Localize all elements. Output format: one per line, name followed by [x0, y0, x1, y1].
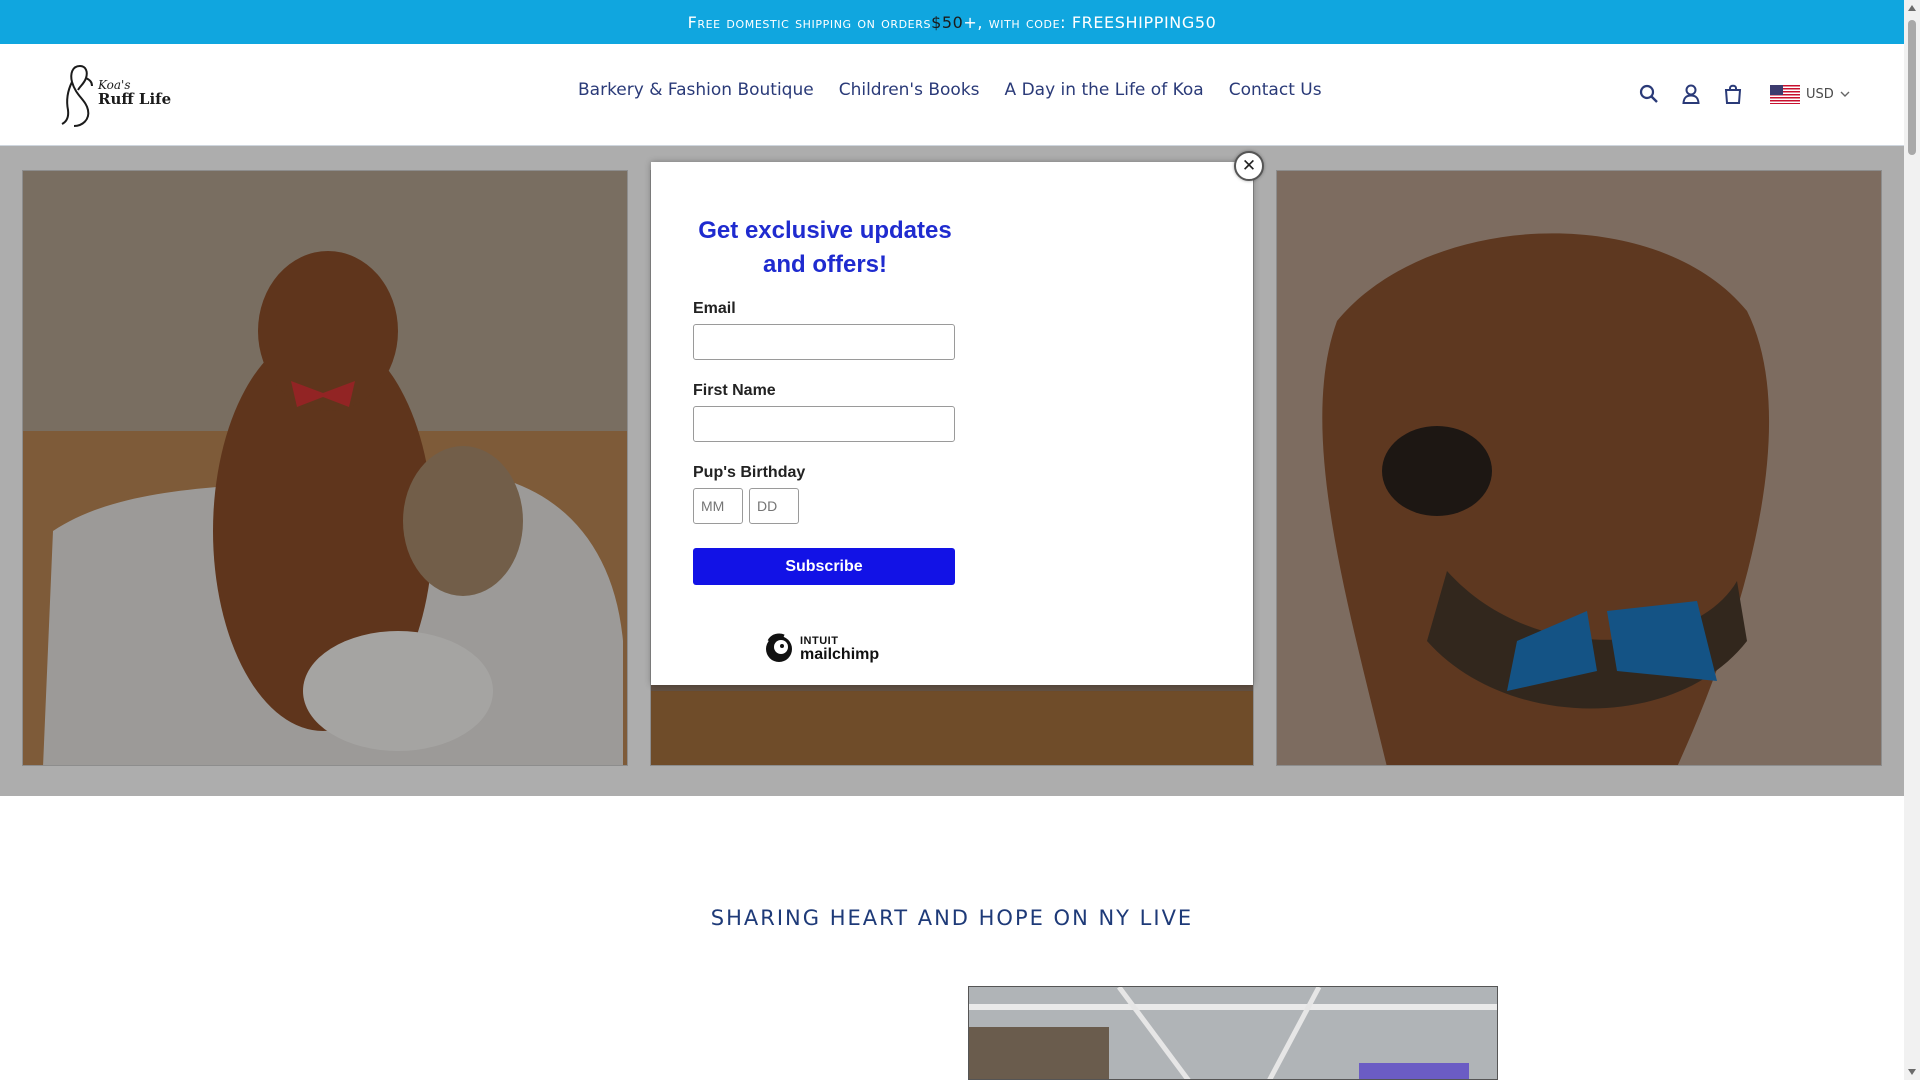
- logo-main-text: Ruff Life: [98, 90, 172, 108]
- announcement-price: $50: [931, 12, 964, 32]
- birthday-month-field[interactable]: [693, 488, 743, 524]
- scrollbar-thumb[interactable]: [1908, 20, 1916, 155]
- nav-childrens-books[interactable]: Children's Books: [839, 80, 980, 100]
- nav-day-in-life[interactable]: A Day in the Life of Koa: [1005, 80, 1204, 100]
- nav-barkery[interactable]: Barkery & Fashion Boutique: [578, 80, 814, 100]
- scroll-down-icon[interactable]: [1908, 1069, 1916, 1075]
- signup-popup: Get exclusive updates and offers! Email …: [651, 162, 1253, 685]
- scroll-up-icon[interactable]: [1908, 5, 1916, 11]
- nav-contact-us[interactable]: Contact Us: [1229, 80, 1322, 100]
- first-name-label: First Name: [693, 382, 776, 399]
- mailchimp-freddie-icon: [766, 633, 792, 662]
- announcement-suffix: +, with code: FREESHIPPING50: [963, 12, 1217, 32]
- currency-selector[interactable]: USD: [1770, 84, 1850, 104]
- cart-icon[interactable]: [1716, 80, 1750, 108]
- ny-live-video[interactable]: [968, 986, 1498, 1080]
- chevron-down-icon: [1840, 91, 1850, 97]
- signup-form: Get exclusive updates and offers! Email …: [693, 214, 957, 585]
- currency-label: USD: [1806, 86, 1834, 102]
- main-nav: Barkery & Fashion Boutique Children's Bo…: [578, 80, 1322, 100]
- birthday-fields: [693, 488, 957, 524]
- subscribe-button[interactable]: Subscribe: [693, 548, 955, 585]
- dog-logo-icon: [61, 65, 93, 127]
- page-scrollbar[interactable]: [1904, 0, 1920, 1080]
- close-popup-button[interactable]: ✕: [1234, 151, 1264, 181]
- us-flag-icon: [1770, 84, 1800, 104]
- first-name-field[interactable]: [693, 406, 955, 442]
- announcement-bar: Free domestic shipping on orders $50 +, w…: [0, 0, 1904, 44]
- popup-title: Get exclusive updates and offers!: [698, 217, 952, 278]
- mailchimp-logo[interactable]: INTUIT mailchimp: [763, 632, 879, 664]
- birthday-label: Pup's Birthday: [693, 464, 806, 481]
- search-icon[interactable]: [1632, 80, 1666, 108]
- site-logo[interactable]: Koa's Ruff Life: [58, 60, 178, 130]
- section-title: SHARING HEART AND HOPE ON NY LIVE: [710, 906, 1194, 930]
- birthday-day-field[interactable]: [749, 488, 799, 524]
- account-icon[interactable]: [1674, 80, 1708, 108]
- header-tools: USD: [1632, 80, 1850, 108]
- site-header: Koa's Ruff Life Barkery & Fashion Boutiq…: [0, 44, 1904, 146]
- announcement-prefix: Free domestic shipping on orders: [687, 12, 932, 32]
- brand-mailchimp-text: mailchimp: [800, 646, 880, 663]
- email-label: Email: [693, 300, 736, 317]
- email-field[interactable]: [693, 324, 955, 360]
